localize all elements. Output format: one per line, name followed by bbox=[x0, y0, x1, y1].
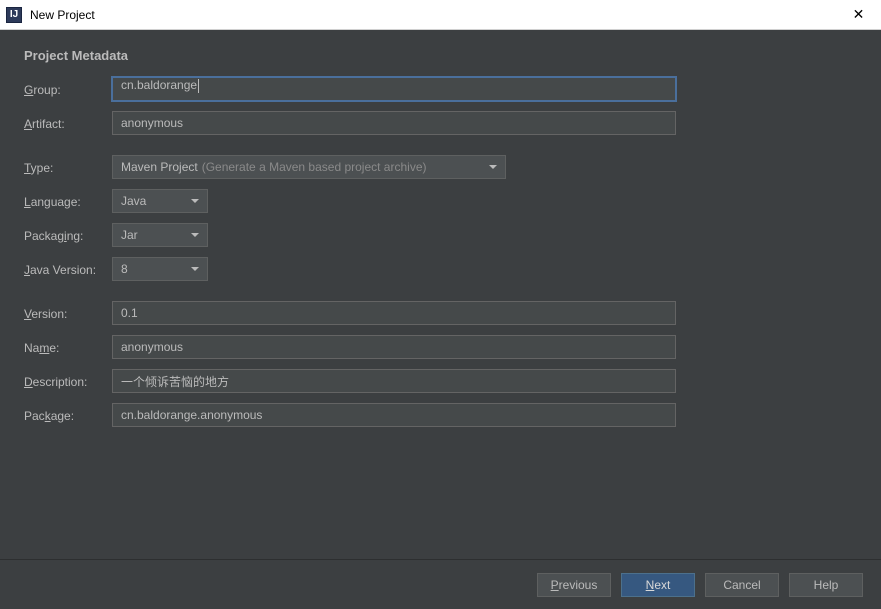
window-title: New Project bbox=[30, 8, 836, 22]
row-java-version: Java Version: 8 bbox=[24, 257, 857, 281]
row-package: Package: bbox=[24, 403, 857, 427]
close-icon[interactable]: ✕ bbox=[836, 0, 881, 30]
label-package: Package: bbox=[24, 407, 112, 423]
help-button[interactable]: Help bbox=[789, 573, 863, 597]
row-language: Language: Java bbox=[24, 189, 857, 213]
type-select[interactable]: Maven Project (Generate a Maven based pr… bbox=[112, 155, 506, 179]
group-input[interactable]: cn.baldorange bbox=[112, 77, 676, 101]
type-value: Maven Project bbox=[121, 160, 198, 174]
label-language: Language: bbox=[24, 193, 112, 209]
row-artifact: Artifact: bbox=[24, 111, 857, 135]
app-icon: IJ bbox=[6, 7, 22, 23]
artifact-input[interactable] bbox=[112, 111, 676, 135]
label-version: Version: bbox=[24, 305, 112, 321]
next-button[interactable]: Next bbox=[621, 573, 695, 597]
label-packaging: Packaging: bbox=[24, 227, 112, 243]
content-area: Project Metadata Group: cn.baldorange Ar… bbox=[0, 30, 881, 559]
java-version-value: 8 bbox=[121, 262, 128, 276]
previous-button[interactable]: Previous bbox=[537, 573, 611, 597]
type-hint: (Generate a Maven based project archive) bbox=[202, 160, 427, 174]
row-packaging: Packaging: Jar bbox=[24, 223, 857, 247]
description-input[interactable] bbox=[112, 369, 676, 393]
text-caret bbox=[198, 79, 199, 93]
section-title: Project Metadata bbox=[24, 48, 857, 63]
titlebar: IJ New Project ✕ bbox=[0, 0, 881, 30]
label-name: Name: bbox=[24, 339, 112, 355]
label-java-version: Java Version: bbox=[24, 261, 112, 277]
name-input[interactable] bbox=[112, 335, 676, 359]
java-version-select[interactable]: 8 bbox=[112, 257, 208, 281]
version-input[interactable] bbox=[112, 301, 676, 325]
label-artifact: Artifact: bbox=[24, 115, 112, 131]
package-input[interactable] bbox=[112, 403, 676, 427]
packaging-select[interactable]: Jar bbox=[112, 223, 208, 247]
row-name: Name: bbox=[24, 335, 857, 359]
label-group: Group: bbox=[24, 81, 112, 97]
cancel-button[interactable]: Cancel bbox=[705, 573, 779, 597]
form: Group: cn.baldorange Artifact: Type: Mav… bbox=[24, 77, 857, 549]
label-type: Type: bbox=[24, 159, 112, 175]
packaging-value: Jar bbox=[121, 228, 138, 242]
row-type: Type: Maven Project (Generate a Maven ba… bbox=[24, 155, 857, 179]
chevron-down-icon bbox=[489, 165, 497, 169]
language-select[interactable]: Java bbox=[112, 189, 208, 213]
label-description: Description: bbox=[24, 373, 112, 389]
language-value: Java bbox=[121, 194, 146, 208]
chevron-down-icon bbox=[191, 233, 199, 237]
new-project-window: IJ New Project ✕ Project Metadata Group:… bbox=[0, 0, 881, 609]
row-description: Description: bbox=[24, 369, 857, 393]
chevron-down-icon bbox=[191, 267, 199, 271]
row-version: Version: bbox=[24, 301, 857, 325]
row-group: Group: cn.baldorange bbox=[24, 77, 857, 101]
footer: Previous Next Cancel Help bbox=[0, 559, 881, 609]
chevron-down-icon bbox=[191, 199, 199, 203]
